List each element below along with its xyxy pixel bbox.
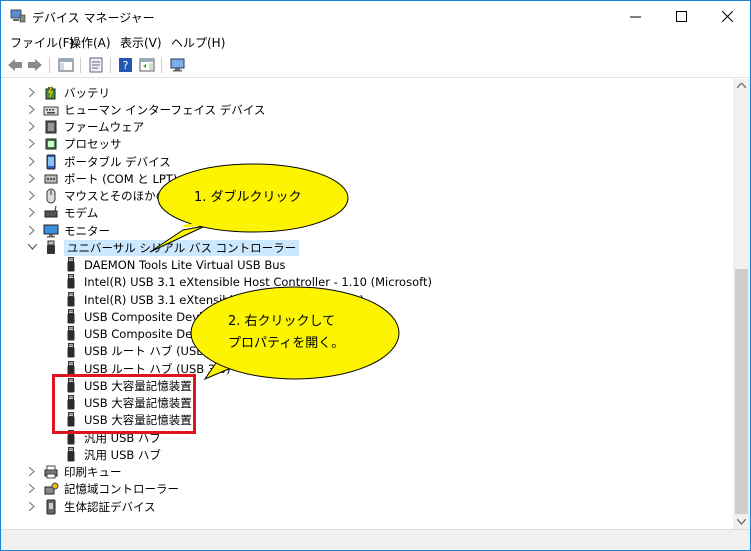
callout-2-line1: 2. 右クリックして	[228, 314, 336, 329]
highlight-box-usb-mass-storage	[52, 374, 196, 434]
callout-layer	[149, 163, 400, 381]
callout-1-text: 1. ダブルクリック	[194, 190, 302, 205]
callout-2-line2: プロパティを開く。	[228, 336, 345, 351]
